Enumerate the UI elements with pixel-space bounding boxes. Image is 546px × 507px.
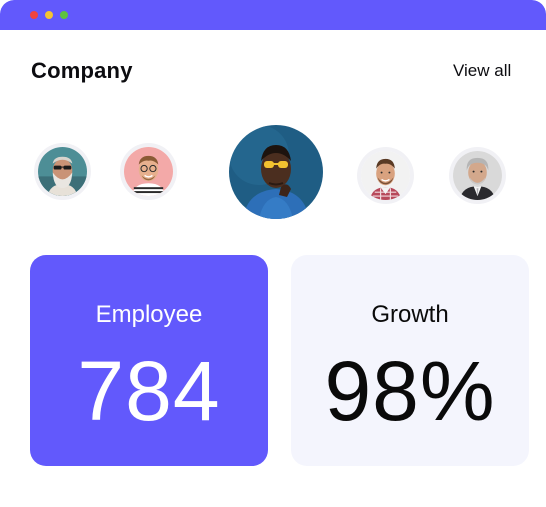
maximize-dot-icon[interactable] — [60, 11, 68, 19]
avatar-featured-man-blue[interactable] — [229, 125, 323, 219]
company-window: Company View all Employee 784 Growth 98% — [0, 0, 546, 507]
employee-label: Employee — [95, 301, 203, 328]
avatar-older-man-suit[interactable] — [453, 151, 502, 200]
avatar-man-glasses-striped-shirt[interactable] — [124, 147, 173, 196]
view-all-link[interactable]: View all — [453, 61, 511, 81]
growth-percentage: 98% — [324, 344, 496, 438]
window-titlebar — [0, 0, 546, 30]
section-title: Company — [31, 58, 133, 83]
growth-stat-card: Growth 98% — [291, 255, 529, 466]
avatar-man-plaid-shirt[interactable] — [361, 151, 410, 200]
employee-count: 784 — [77, 344, 221, 438]
growth-label: Growth — [371, 301, 449, 328]
close-dot-icon[interactable] — [30, 11, 38, 19]
minimize-dot-icon[interactable] — [45, 11, 53, 19]
employee-stat-card: Employee 784 — [30, 255, 268, 466]
avatar-older-man-sunglasses[interactable] — [38, 147, 87, 196]
